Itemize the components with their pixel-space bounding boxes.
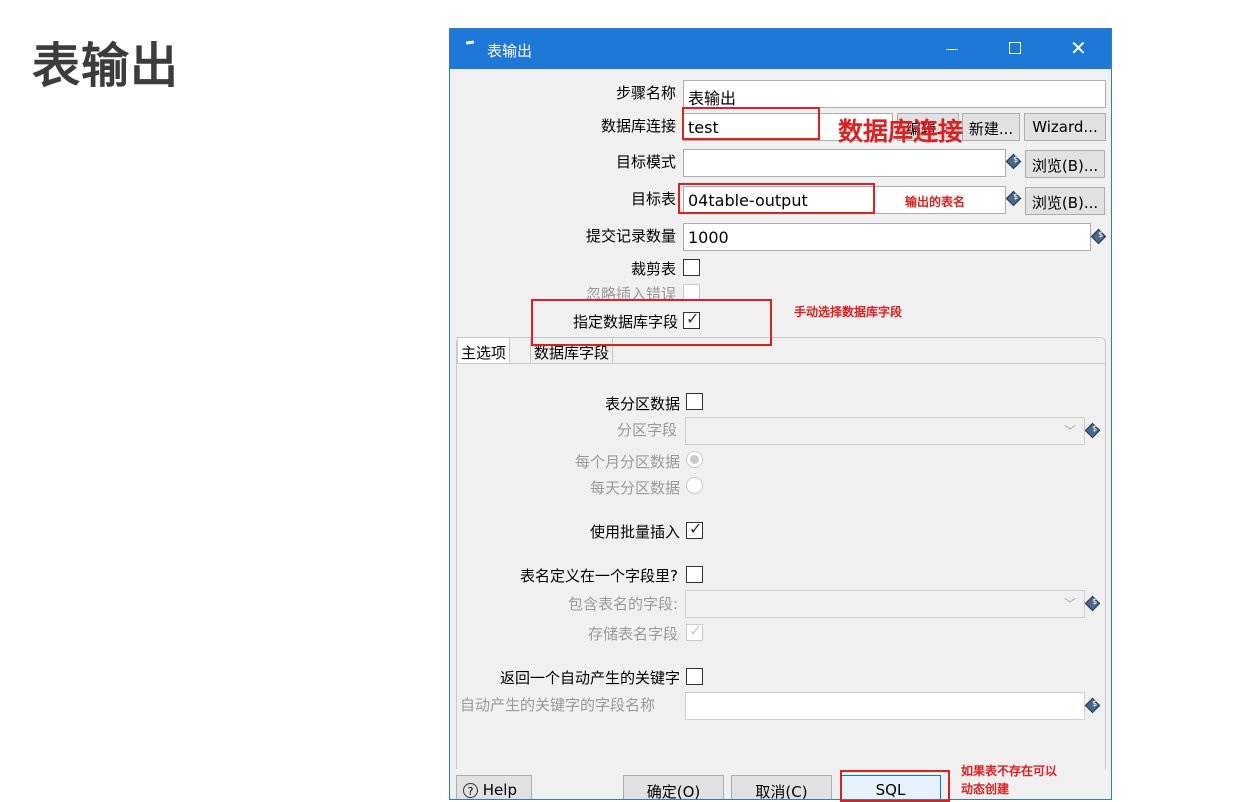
close-icon: ✕ [1070, 36, 1087, 60]
wizard-button[interactable]: Wizard... [1024, 113, 1106, 141]
monthly-partition-label: 每个月分区数据 [574, 453, 680, 471]
target-schema-label: 目标模式 [615, 153, 676, 171]
ok-button[interactable]: 确定(O) [623, 775, 724, 799]
target-schema-input[interactable] [683, 149, 1006, 177]
variable-icon [1005, 153, 1022, 170]
check-icon: ✓ [689, 519, 703, 538]
annotation-sql-note-1: 如果表不存在可以 [961, 764, 1058, 778]
annotation-box-manual-fields [531, 299, 772, 346]
minimize-button[interactable] [922, 29, 982, 69]
help-button[interactable]: ? Help [456, 775, 532, 799]
tab-main-options[interactable]: 主选项 [457, 337, 511, 363]
annotation-box-sql [840, 770, 950, 802]
return-key-label: 返回一个自动产生的关键字 [499, 669, 680, 687]
variable-icon [1090, 228, 1107, 245]
partition-field-select[interactable]: ﹀ [685, 417, 1085, 445]
db-connection-label: 数据库连接 [600, 117, 676, 135]
annotation-sql-note-2: 动态创建 [961, 782, 1010, 796]
new-connection-button[interactable]: 新建... [962, 113, 1020, 141]
browse-schema-button[interactable]: 浏览(B)... [1025, 150, 1105, 178]
step-name-label: 步骤名称 [615, 84, 676, 102]
maximize-icon [1009, 42, 1021, 54]
variable-icon [1005, 190, 1022, 207]
cancel-button[interactable]: 取消(C) [731, 775, 832, 799]
radio-dot [690, 455, 699, 464]
title-bar: 表输出 ✕ [450, 29, 1111, 69]
truncate-checkbox[interactable] [683, 259, 700, 276]
table-name-field-label: 包含表名的字段: [567, 595, 678, 613]
minimize-icon [946, 49, 958, 50]
table-output-dialog: 表输出 ✕ 步骤名称 表输出 数据库连接 test 编辑... 新建... Wi… [449, 28, 1112, 800]
app-icon [465, 40, 475, 45]
annotation-output-table: 输出的表名 [905, 195, 966, 209]
store-table-name-label: 存储表名字段 [587, 625, 678, 643]
chevron-down-icon: ﹀ [1063, 597, 1076, 611]
maximize-button[interactable] [985, 29, 1045, 69]
slide-title: 表输出 [32, 38, 180, 94]
check-icon: ✓ [689, 621, 703, 640]
target-table-label: 目标表 [630, 190, 676, 208]
window-title: 表输出 [487, 42, 533, 60]
partition-data-checkbox[interactable] [686, 393, 703, 410]
partition-field-label: 分区字段 [616, 421, 677, 439]
monthly-partition-radio[interactable] [686, 451, 703, 468]
daily-partition-radio[interactable] [686, 477, 703, 494]
close-button[interactable]: ✕ [1048, 29, 1108, 69]
return-key-checkbox[interactable] [686, 668, 703, 685]
help-button-label: Help [482, 781, 517, 799]
key-field-name-input[interactable] [685, 692, 1085, 720]
annotation-db-connection: 数据库连接 [838, 117, 964, 146]
step-name-input[interactable]: 表输出 [683, 80, 1106, 108]
browse-table-button[interactable]: 浏览(B)... [1025, 187, 1105, 215]
partition-data-label: 表分区数据 [604, 395, 680, 413]
truncate-label: 裁剪表 [630, 260, 676, 278]
chevron-down-icon: ﹀ [1063, 424, 1076, 438]
commit-size-label: 提交记录数量 [585, 227, 676, 245]
table-in-field-label: 表名定义在一个字段里? [520, 567, 678, 585]
annotation-box-output-table [678, 183, 875, 214]
key-field-name-label: 自动产生的关键字的字段名称 [460, 696, 656, 714]
table-in-field-checkbox[interactable] [686, 566, 703, 583]
store-table-name-checkbox[interactable]: ✓ [686, 621, 703, 641]
table-name-field-select[interactable]: ﹀ [685, 590, 1085, 618]
help-icon: ? [463, 783, 478, 798]
annotation-box-db-connection [682, 107, 820, 140]
batch-insert-label: 使用批量插入 [589, 523, 680, 541]
batch-insert-checkbox[interactable]: ✓ [686, 519, 703, 539]
annotation-manual-fields: 手动选择数据库字段 [794, 305, 903, 319]
daily-partition-label: 每天分区数据 [589, 479, 680, 497]
commit-size-input[interactable]: 1000 [683, 223, 1091, 251]
